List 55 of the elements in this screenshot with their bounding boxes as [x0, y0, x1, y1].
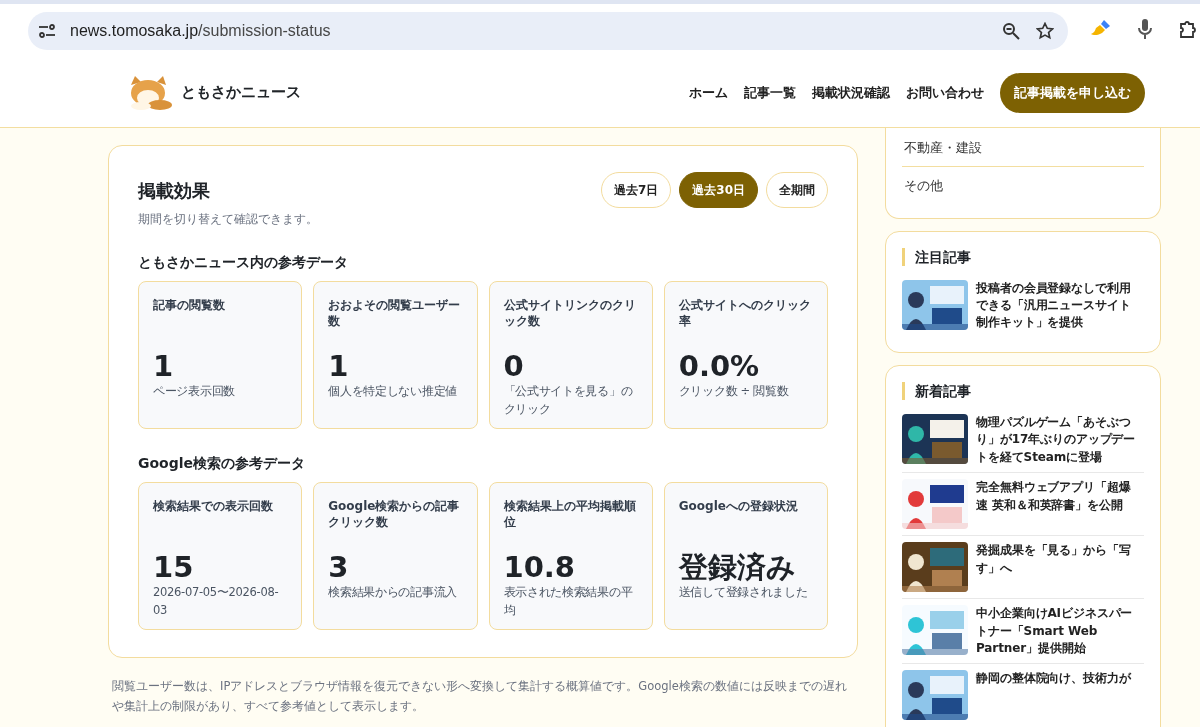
- metric-note: 個人を特定しない推定値: [328, 383, 458, 401]
- metric-note: 表示された検索結果の平均: [503, 584, 634, 620]
- category-link[interactable]: その他: [902, 165, 1144, 204]
- section-heading: Google検索の参考データ: [138, 453, 307, 473]
- article-link[interactable]: 完全無料ウェブアプリ「超爆速 英和＆和英辞書」を公開: [976, 479, 1144, 530]
- footnote-text: 閲覧ユーザー数は、IPアドレスとブラウザ情報を復元できない形へ変換して集計する概算値です。Google検索の数値には反映までの遅れや集計上の制限があり、すべて参考値として表示します。: [111, 677, 848, 715]
- metric-note: 送信して登録されました: [678, 584, 809, 602]
- metric-value: 1: [328, 348, 350, 384]
- period-tab[interactable]: 過去7日: [600, 172, 672, 208]
- nav-link[interactable]: 記事一覧: [744, 82, 796, 103]
- extensions-icon[interactable]: [1178, 19, 1198, 39]
- metric-value: 1: [153, 348, 175, 384]
- metric-label: Googleへの登録状況: [678, 497, 799, 515]
- panel-title: 掲載効果: [138, 180, 211, 202]
- section-heading: ともさかニュース内の参考データ: [138, 252, 349, 272]
- period-tab[interactable]: 全期間: [766, 172, 828, 208]
- article-link[interactable]: 物理パズルゲーム「あそぶつり」が17年ぶりのアップデートを経てSteamに登場: [976, 414, 1144, 467]
- article-link[interactable]: 静岡の整体院向け、技術力が: [976, 670, 1139, 721]
- metric-note: 2026-07-05〜2026-08-03: [153, 584, 280, 620]
- metric-label: 記事の閲覧数: [153, 296, 226, 314]
- panel-subtitle: 期間を切り替えて確認できます。: [138, 210, 318, 228]
- category-link[interactable]: 不動産・建設: [902, 136, 1144, 166]
- nav-link[interactable]: お問い合わせ: [906, 82, 984, 103]
- metric-label: おおよその閲覧ユーザー数: [328, 296, 462, 331]
- metric-note: 検索結果からの記事流入: [328, 584, 458, 602]
- url-text[interactable]: news.tomosaka.jp/submission-status: [70, 19, 331, 43]
- metric-value: 10.8: [503, 549, 577, 585]
- metric-label: 検索結果上の平均掲載順位: [503, 497, 637, 532]
- apply-button[interactable]: 記事掲載を申し込む: [1000, 72, 1145, 113]
- metric-value: 3: [328, 549, 350, 585]
- article-link[interactable]: 投稿者の会員登録なしで利用できる「汎用ニュースサイト制作キット」を提供: [976, 279, 1144, 332]
- period-tab[interactable]: 過去30日: [679, 172, 758, 208]
- metric-note: 「公式サイトを見る」のクリック: [503, 383, 634, 419]
- star-icon[interactable]: [1036, 22, 1054, 40]
- nav-link[interactable]: 掲載状況確認: [812, 82, 890, 103]
- site-settings-icon[interactable]: [38, 24, 56, 38]
- metric-value: 15: [153, 549, 195, 585]
- article-link[interactable]: 発掘成果を「見る」から「写す」へ: [976, 542, 1144, 593]
- metric-note: クリック数 ÷ 閲覧数: [678, 383, 790, 401]
- metric-value: 登録済み: [678, 549, 797, 585]
- microphone-icon[interactable]: [1138, 18, 1152, 40]
- address-bar[interactable]: news.tomosaka.jp/submission-status: [28, 12, 1068, 50]
- metric-label: 公式サイトへのクリック率: [678, 296, 812, 331]
- metric-label: Google検索からの記事クリック数: [328, 497, 461, 532]
- sidebar-heading: 注目記事: [902, 247, 1144, 266]
- nav-link[interactable]: ホーム: [689, 82, 728, 103]
- sidebar-heading: 新着記事: [902, 381, 1144, 401]
- article-link[interactable]: 中小企業向けAIビジネスパートナー「Smart Web Partner」提供開始: [976, 605, 1144, 658]
- metric-value: 0.0%: [678, 348, 761, 384]
- metric-note: ページ表示回数: [153, 383, 236, 401]
- zoom-icon[interactable]: [1002, 22, 1020, 40]
- site-logo-text[interactable]: ともさかニュース: [181, 81, 301, 104]
- metric-label: 公式サイトリンクのクリック数: [503, 296, 637, 331]
- metric-value: 0: [503, 348, 525, 384]
- metric-label: 検索結果での表示回数: [153, 497, 274, 515]
